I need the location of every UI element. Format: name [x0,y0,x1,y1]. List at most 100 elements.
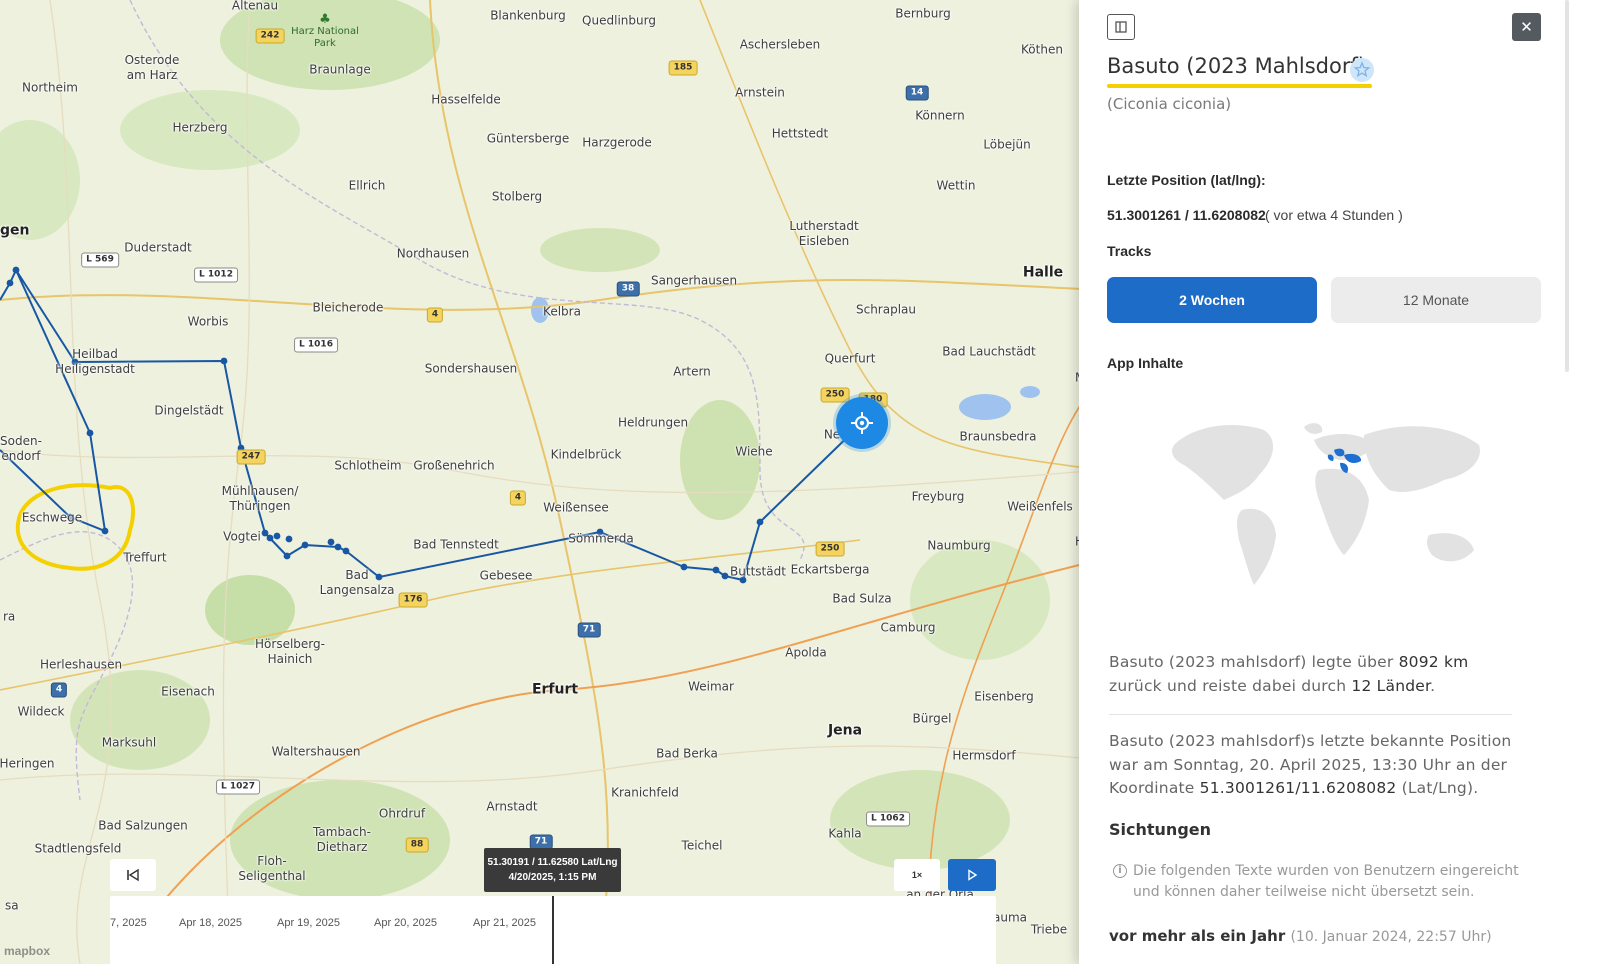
road-shield: 247 [236,449,266,465]
park-label: ♣ Harz National Park [291,12,359,49]
track-12-months-button[interactable]: 12 Monate [1331,277,1541,323]
tree-icon: ♣ [319,12,331,27]
track-point[interactable] [101,527,109,535]
place-label: Erfurt [531,681,579,698]
place-label: Hörselberg- Hainich [255,637,325,666]
place-label: Kelbra [543,304,581,319]
track-point[interactable] [342,547,350,555]
place-label: Weißensee [543,500,609,515]
track-point[interactable] [12,266,20,274]
place-label: Vogtei [223,529,261,544]
place-label: Querfurt [824,351,876,366]
track-point[interactable] [261,529,269,537]
scientific-name: (Ciconia ciconia) [1107,95,1232,113]
map-view[interactable]: Altenau Blankenburg Quedlinburg Bernburg Ost… [0,0,1100,964]
tooltip-coords: 51.30191 / 11.62580 Lat/Lng [487,857,618,868]
place-label: Wettin [936,178,976,193]
track-point[interactable] [283,552,291,560]
track-point[interactable] [334,543,342,551]
place-label: Floh- Seligenthal [238,854,306,883]
place-label: Heringen [0,756,55,771]
place-label: Naumburg [927,538,991,553]
highlight-circle [16,483,136,571]
favorite-star-icon[interactable] [1350,58,1374,82]
close-icon: ✕ [1520,18,1533,36]
road-shield: L 1027 [216,779,260,795]
track-point[interactable] [721,572,729,580]
place-label: Marksuhl [101,735,157,750]
timeline-date-label: Apr 21, 2025 [473,917,536,929]
road-shield: L 1012 [194,267,238,283]
place-label: Artern [673,364,711,379]
place-label: Bad Lauchstädt [942,344,1036,359]
last-position-value: 51.3001261 / 11.6208082 [1107,207,1266,223]
place-label: Hermsdorf [952,748,1016,763]
place-label: Lutherstadt Eisleben [789,219,859,248]
place-label: Triebe [1030,922,1068,937]
info-icon: i [1113,864,1127,878]
place-label: Northeim [22,80,78,95]
track-2-weeks-button[interactable]: 2 Wochen [1107,277,1317,323]
place-label: Braunsbedra [959,429,1037,444]
place-label: Kranichfeld [611,785,679,800]
place-label: Heilbad Heiligenstadt [55,347,135,376]
place-label: Bleicherode [312,300,384,315]
sighting-entry-date: (10. Januar 2024, 22:57 Uhr) [1290,929,1492,945]
road-shield: L 569 [81,252,119,268]
track-point[interactable] [220,357,228,365]
close-button[interactable]: ✕ [1512,13,1541,41]
skip-back-icon [127,868,139,882]
track-point[interactable] [680,563,688,571]
track-point[interactable] [273,532,281,540]
place-label: Eckartsberga [790,562,870,577]
place-label: Eschwege [21,510,83,525]
place-label: Stadtlengsfeld [34,841,122,856]
road-shield: 71 [577,622,601,638]
play-icon [968,869,978,881]
road-shield: L 1016 [294,337,338,353]
place-label: Heldrungen [617,415,689,430]
road-shield: 14 [905,85,929,101]
place-label: Aschersleben [739,37,821,52]
place-label: Arnstein [735,85,785,100]
place-label: Blankenburg [490,8,566,23]
track-point[interactable] [285,535,293,543]
play-button[interactable] [948,859,996,891]
speed-button[interactable]: 1× [894,859,940,891]
world-map [1172,423,1480,585]
tooltip-time: 4/20/2025, 1:15 PM [508,872,597,883]
place-label: Buttstädt [730,564,786,579]
place-label: Güntersberge [486,131,570,146]
sidebar-icon [1115,21,1127,33]
track-point[interactable] [266,534,274,542]
road-shield: 4 [426,307,444,323]
timeline-date-label: Apr 18, 2025 [179,917,242,929]
place-label: Bürgel [912,711,952,726]
timeline[interactable]: 7, 2025 Apr 18, 2025 Apr 19, 2025 Apr 20, 2… [110,896,996,964]
track-point[interactable] [86,429,94,437]
place-label: Worbis [187,314,229,329]
road-shield: 4 [509,490,527,506]
panel-scrollbar[interactable] [1565,0,1569,372]
position-tooltip: 51.30191 / 11.62580 Lat/Lng 4/20/2025, 1… [484,848,621,892]
track-point[interactable] [6,279,14,287]
track-point[interactable] [301,541,309,549]
track-point[interactable] [756,518,764,526]
sightings-note: Die folgenden Texte wurden von Benutzern… [1133,863,1519,900]
timeline-date-label: Apr 20, 2025 [374,917,437,929]
tracks-label: Tracks [1107,243,1152,259]
rewind-button[interactable] [110,859,156,891]
track-point[interactable] [327,538,335,546]
place-label: Arnstadt [486,799,538,814]
sidebar-toggle-button[interactable] [1107,14,1135,40]
place-label: sa [5,898,19,913]
road-shield: 38 [616,281,640,297]
locate-icon [851,412,873,434]
track-point[interactable] [712,566,720,574]
place-label: Könnern [915,108,965,123]
place-label: Eisenberg [974,689,1034,704]
timeline-cursor[interactable] [552,896,554,964]
current-position-marker[interactable] [836,397,888,449]
place-label: Hettstedt [771,126,829,141]
place-label: Eisenach [161,684,215,699]
